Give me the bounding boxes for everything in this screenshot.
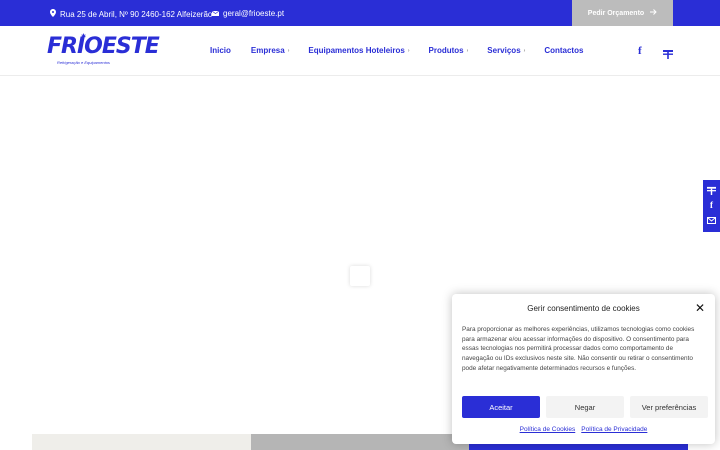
logo-brand: FRIOESTE [47,34,160,59]
quote-button-label: Pedir Orçamento [587,9,645,17]
section-strip-gray [251,434,469,450]
privacy-policy-link[interactable]: Política de Privacidade [581,426,647,433]
nav-item-label: Produtos [428,46,464,55]
main-header: ✱ FRIOESTE Refrigeração e Equipamentos I… [0,26,720,76]
flag-icon[interactable] [663,46,673,59]
nav-item-label: Contactos [544,46,584,55]
arrow-right-icon [650,9,657,17]
cookie-links: Política de Cookies Política de Privacid… [452,426,715,433]
preferences-button[interactable]: Ver preferências [630,396,708,418]
logo-tagline: Refrigeração e Equipamentos [57,60,110,65]
email-text: geral@frioeste.pt [223,9,285,18]
cookie-buttons: Aceitar Negar Ver preferências [462,396,708,418]
chevron-down-icon: › [287,47,290,54]
cookie-dialog-text: Para proporcionar as melhores experiênci… [462,326,695,372]
nav-item-produtos[interactable]: Produtos › [429,46,469,55]
address-text: Rua 25 de Abril, Nº 90 2460-162 Alfeizer… [60,9,213,19]
chevron-down-icon: › [523,47,526,54]
section-strip-light [32,434,251,450]
mail-icon[interactable] [707,216,716,226]
star-icon: ✱ [81,34,87,40]
nav-item-servicos[interactable]: Serviços › [487,46,525,55]
nav-item-label: Equipamentos Hoteleiros [308,46,405,55]
accept-button[interactable]: Aceitar [462,396,540,418]
nav-item-empresa[interactable]: Empresa › [251,46,289,55]
cookie-consent-dialog: Gerir consentimento de cookies ✕ Para pr… [452,294,715,444]
nav-item-contactos[interactable]: Contactos [544,46,583,55]
logo[interactable]: ✱ FRIOESTE Refrigeração e Equipamentos [47,34,160,68]
facebook-icon[interactable]: f [707,201,716,210]
request-quote-button[interactable]: Pedir Orçamento [572,0,673,26]
email-link[interactable]: geral@frioeste.pt [211,9,285,18]
mail-icon [211,9,220,18]
facebook-icon[interactable]: f [638,45,648,57]
deny-button[interactable]: Negar [546,396,624,418]
cookie-dialog-title: Gerir consentimento de cookies [527,304,640,313]
nav-item-label: Inicio [210,46,231,55]
top-bar: Rua 25 de Abril, Nº 90 2460-162 Alfeizer… [0,0,720,26]
location-pin-icon [50,9,56,19]
address: Rua 25 de Abril, Nº 90 2460-162 Alfeizer… [50,9,212,19]
nav-item-label: Empresa [250,46,285,55]
floating-social-rail: f [703,180,720,232]
chevron-down-icon: › [407,47,410,54]
nav-item-inicio[interactable]: Inicio [210,46,231,55]
close-icon[interactable]: ✕ [695,300,705,316]
page-loader [350,266,370,286]
chevron-down-icon: › [466,47,469,54]
nav-item-equipamentos-hoteleiros[interactable]: Equipamentos Hoteleiros › [308,46,409,55]
nav-item-label: Serviços [487,46,521,55]
main-nav: Inicio Empresa › Equipamentos Hoteleiros… [210,46,583,55]
cookie-policy-link[interactable]: Política de Cookies [520,426,576,433]
flag-icon[interactable] [707,186,716,196]
